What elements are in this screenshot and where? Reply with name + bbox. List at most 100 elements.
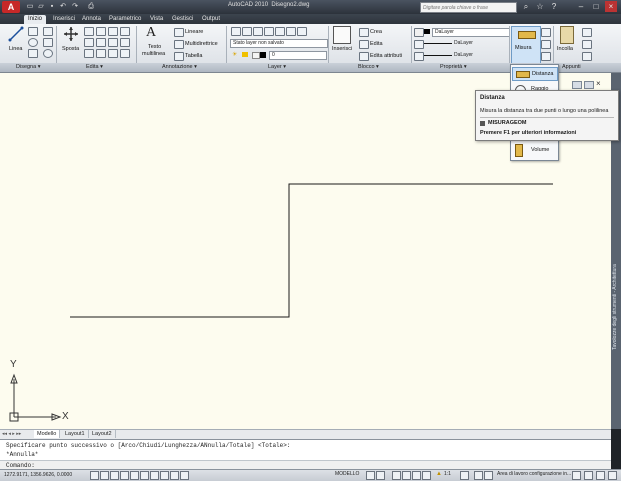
copy-icon[interactable] bbox=[120, 27, 130, 36]
quick-view-icon[interactable] bbox=[376, 471, 385, 480]
measure-distance-item[interactable]: Distanza bbox=[512, 67, 558, 81]
move-icon[interactable] bbox=[63, 26, 79, 42]
plot-icon[interactable]: ⎙ bbox=[86, 2, 96, 11]
tab-inizio[interactable]: Inizio bbox=[24, 15, 47, 24]
workspace-icon[interactable] bbox=[484, 471, 493, 480]
clean-screen-icon[interactable] bbox=[608, 471, 617, 480]
search-box[interactable] bbox=[420, 2, 517, 13]
linetype-icon[interactable] bbox=[414, 40, 424, 49]
quick-properties-icon[interactable] bbox=[180, 471, 189, 480]
status-menu-icon[interactable] bbox=[596, 471, 605, 480]
mtext-button-line1[interactable]: Testo bbox=[148, 44, 161, 50]
cut-icon[interactable] bbox=[582, 28, 592, 37]
lineweight-combo[interactable]: DaLayer bbox=[424, 52, 508, 59]
paste-icon[interactable] bbox=[560, 26, 574, 44]
layer-lock-icon[interactable] bbox=[286, 27, 296, 36]
panel-title-layer[interactable]: Layer ▾ bbox=[268, 64, 286, 70]
search-input[interactable] bbox=[421, 3, 505, 12]
zoom-icon[interactable] bbox=[402, 471, 411, 480]
grid-icon[interactable] bbox=[100, 471, 109, 480]
search-icon[interactable]: ⌕ bbox=[520, 1, 532, 12]
copy-clip-icon[interactable] bbox=[582, 40, 592, 49]
help-icon[interactable]: ? bbox=[548, 1, 560, 12]
minimize-icon[interactable]: – bbox=[575, 1, 587, 12]
undo-icon[interactable]: ↶ bbox=[58, 2, 68, 11]
multileader-button[interactable]: Multidirettrice bbox=[185, 41, 218, 47]
model-space-toggle[interactable]: MODELLO bbox=[335, 471, 359, 477]
pan-icon[interactable] bbox=[392, 471, 401, 480]
edit-block-button[interactable]: Edita bbox=[370, 41, 383, 47]
command-history[interactable]: Specificare punto successivo o [Arco/Chi… bbox=[0, 439, 611, 461]
panel-title-edita[interactable]: Edita ▾ bbox=[86, 64, 103, 70]
subscription-icon[interactable]: ☆ bbox=[534, 1, 546, 12]
panel-title-proprieta[interactable]: Proprietà ▾ bbox=[440, 64, 467, 70]
match-properties-icon[interactable] bbox=[414, 28, 424, 37]
line-icon[interactable] bbox=[8, 26, 24, 42]
stretch-icon[interactable] bbox=[120, 38, 130, 47]
move-button[interactable]: Sposta bbox=[62, 46, 79, 52]
layout-nav-arrows[interactable]: ◂◂ ◂ ▸ ▸▸ bbox=[2, 431, 21, 437]
mtext-button-line2[interactable]: multilinea bbox=[142, 51, 165, 57]
viewport-restore-icon[interactable] bbox=[584, 81, 594, 89]
layer-off-icon[interactable] bbox=[253, 27, 263, 36]
tab-inserisci[interactable]: Inserisci bbox=[49, 15, 79, 24]
tab-vista[interactable]: Vista bbox=[146, 15, 167, 24]
viewport-close-icon[interactable]: × bbox=[596, 79, 601, 88]
showmotion-icon[interactable] bbox=[422, 471, 431, 480]
panel-title-disegna[interactable]: Disegna ▾ bbox=[16, 64, 40, 70]
panel-title-annotazione[interactable]: Annotazione ▾ bbox=[162, 64, 197, 70]
tab-annota[interactable]: Annota bbox=[78, 15, 105, 24]
tab-layout2[interactable]: Layout2 bbox=[89, 430, 116, 438]
layer-match-icon[interactable] bbox=[297, 27, 307, 36]
viewport-minimize-icon[interactable] bbox=[572, 81, 582, 89]
panel-title-blocco[interactable]: Blocco ▾ bbox=[358, 64, 379, 70]
edit-block-icon[interactable] bbox=[359, 40, 369, 49]
dyn-icon[interactable] bbox=[160, 471, 169, 480]
line-button[interactable]: Linea bbox=[9, 46, 22, 52]
multileader-icon[interactable] bbox=[174, 40, 184, 49]
redo-icon[interactable]: ↷ bbox=[70, 2, 80, 11]
save-icon[interactable]: ▪ bbox=[47, 2, 57, 11]
layer-freeze-icon[interactable] bbox=[275, 27, 285, 36]
calculator-icon[interactable] bbox=[541, 40, 551, 49]
polar-icon[interactable] bbox=[120, 471, 129, 480]
open-icon[interactable]: ▱ bbox=[36, 2, 46, 11]
insert-block-button[interactable]: Inserisci bbox=[332, 46, 352, 52]
new-icon[interactable]: ▭ bbox=[25, 2, 35, 11]
table-icon[interactable] bbox=[174, 52, 184, 61]
insert-block-icon[interactable] bbox=[333, 26, 351, 44]
edit-attributes-icon[interactable] bbox=[359, 52, 369, 61]
explode-icon[interactable] bbox=[108, 38, 118, 47]
osnap-icon[interactable] bbox=[130, 471, 139, 480]
lock-ui-icon[interactable] bbox=[572, 471, 581, 480]
tab-parametrico[interactable]: Parametrico bbox=[105, 15, 145, 24]
circle-icon[interactable] bbox=[28, 38, 38, 47]
create-block-button[interactable]: Crea bbox=[370, 29, 382, 35]
lineweight-toggle-icon[interactable] bbox=[170, 471, 179, 480]
close-icon[interactable]: × bbox=[605, 1, 617, 12]
rectangle-icon[interactable] bbox=[43, 27, 53, 36]
create-block-icon[interactable] bbox=[359, 28, 369, 37]
measure-button[interactable]: Misura bbox=[511, 26, 541, 64]
layer-properties-icon[interactable] bbox=[231, 27, 241, 36]
arc-icon[interactable] bbox=[28, 49, 38, 58]
tab-model[interactable]: Modello bbox=[34, 430, 61, 438]
application-menu-button[interactable]: A bbox=[2, 1, 20, 13]
layer-state-combo[interactable]: Stato layer non salvato bbox=[230, 39, 328, 48]
layout-view-icon[interactable] bbox=[366, 471, 375, 480]
isolate-objects-icon[interactable] bbox=[584, 471, 593, 480]
table-button[interactable]: Tabella bbox=[185, 53, 202, 59]
fillet-icon[interactable] bbox=[96, 38, 106, 47]
hatch-icon[interactable] bbox=[43, 38, 53, 47]
array-icon[interactable] bbox=[96, 49, 106, 58]
ortho-icon[interactable] bbox=[110, 471, 119, 480]
trim-icon[interactable] bbox=[96, 27, 106, 36]
scale-icon[interactable] bbox=[84, 49, 94, 58]
panel-title-appunti[interactable]: Appunti bbox=[562, 64, 581, 70]
color-combo[interactable]: DaLayer bbox=[424, 28, 510, 37]
linear-dimension-button[interactable]: Lineare bbox=[185, 29, 203, 35]
join-icon[interactable] bbox=[120, 49, 130, 58]
annotation-scale[interactable]: 1:1 bbox=[444, 471, 451, 477]
text-icon[interactable]: A bbox=[146, 25, 156, 41]
ellipse-icon[interactable] bbox=[43, 49, 53, 58]
